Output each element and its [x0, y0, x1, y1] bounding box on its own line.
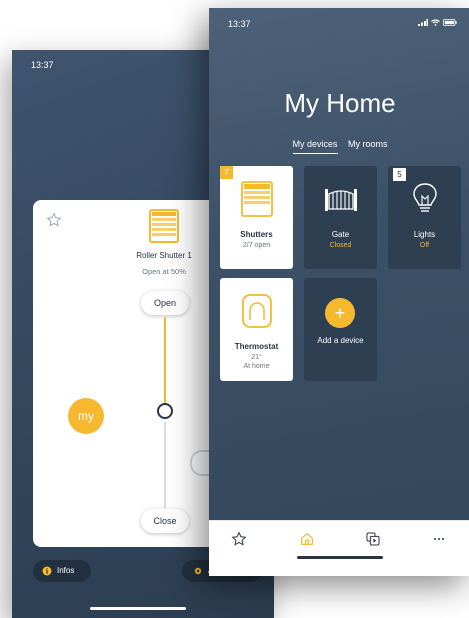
battery-icon: [443, 19, 457, 26]
bottom-nav: [209, 520, 469, 576]
home-indicator: [297, 556, 383, 559]
tile-name: Gate: [331, 230, 350, 239]
pencil-icon[interactable]: [184, 435, 196, 447]
more-icon[interactable]: [431, 531, 447, 547]
position-slider-handle[interactable]: [157, 403, 173, 419]
close-button[interactable]: Close: [141, 509, 189, 533]
position-track-open: [164, 317, 166, 403]
infos-button[interactable]: Infos: [33, 560, 91, 582]
tile-thermostat[interactable]: Thermostat 21° At home: [220, 278, 293, 381]
bulb-icon: [413, 183, 437, 212]
plus-icon: +: [325, 298, 355, 328]
my-home-screen: 13:37 My Home My devices My rooms 7 Shut…: [209, 8, 469, 576]
status-icons: [418, 19, 457, 26]
star-icon[interactable]: [231, 531, 247, 547]
my-position-button[interactable]: my: [68, 398, 104, 434]
tab-my-rooms[interactable]: My rooms: [348, 139, 388, 153]
device-count-badge: 7: [220, 166, 233, 179]
gate-icon: [325, 189, 357, 211]
shutter-icon: [241, 181, 273, 217]
home-icon[interactable]: [299, 531, 315, 547]
tile-name: Lights: [413, 230, 436, 239]
infos-label: Infos: [57, 566, 75, 575]
tile-shutters[interactable]: 7 Shutters 2/7 open: [220, 166, 293, 269]
thermostat-mode: At home: [243, 363, 270, 370]
add-device-label: Add a device: [317, 336, 364, 345]
add-device-tile[interactable]: + Add a device: [304, 278, 377, 381]
open-button[interactable]: Open: [141, 291, 189, 315]
tile-status: Closed: [329, 242, 352, 249]
thermostat-icon: [242, 294, 272, 328]
side-label: Di: [200, 440, 207, 447]
scenes-icon[interactable]: [365, 531, 381, 547]
status-time: 13:37: [31, 60, 54, 70]
tile-gate[interactable]: Gate Closed: [304, 166, 377, 269]
tab-my-devices[interactable]: My devices: [292, 139, 338, 154]
page-title: My Home: [284, 88, 396, 118]
device-count-badge: 5: [393, 168, 406, 181]
signal-icon: [418, 19, 428, 26]
position-track-closed: [164, 422, 166, 508]
tile-status: 2/7 open: [242, 242, 271, 249]
tab-bar: My devices My rooms: [209, 134, 469, 154]
wifi-icon: [431, 19, 440, 26]
tile-name: Thermostat: [234, 342, 279, 351]
tile-lights[interactable]: 5 Lights Off: [388, 166, 461, 269]
star-icon[interactable]: [46, 212, 62, 228]
info-icon: [42, 566, 52, 576]
tile-status: Off: [419, 242, 430, 249]
gear-icon: [194, 567, 202, 575]
tile-name: Shutters: [240, 230, 273, 239]
status-time: 13:37: [228, 19, 251, 29]
shutter-icon: [149, 209, 179, 243]
home-indicator: [90, 607, 186, 610]
temperature-value: 21°: [251, 354, 262, 361]
